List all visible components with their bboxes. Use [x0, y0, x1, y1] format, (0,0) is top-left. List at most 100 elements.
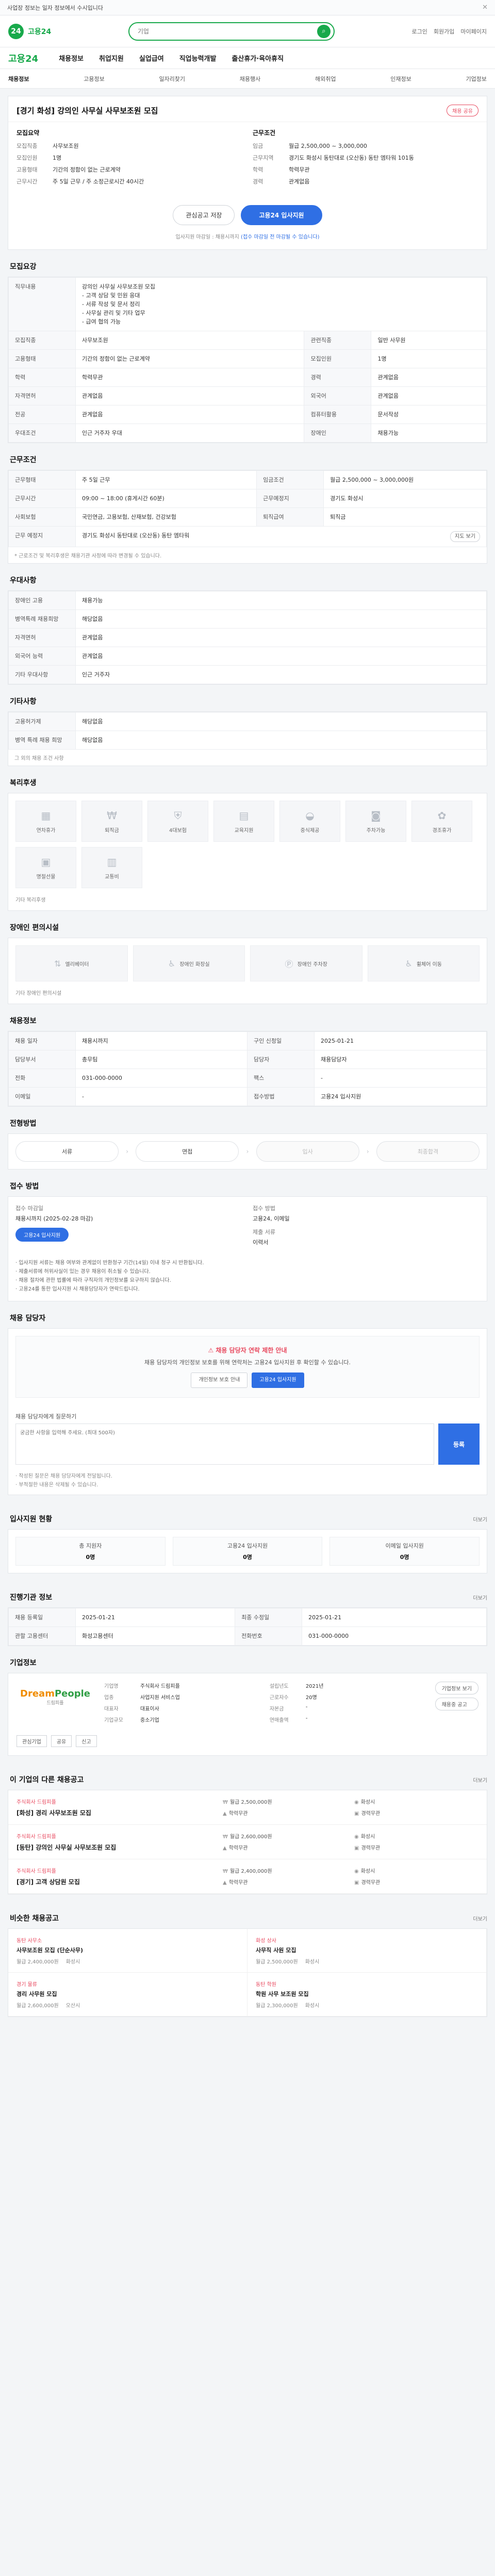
recommend-more-link[interactable]: 더보기 — [473, 1914, 487, 1922]
share-button[interactable]: 채용 공유 — [447, 105, 478, 116]
list-item[interactable]: 화성 상사 사무직 사원 모집 월급 2,500,000원 화성시 — [248, 1929, 487, 1973]
company-detail-button[interactable]: 기업정보 보기 — [435, 1682, 478, 1694]
subnav-item-talent[interactable]: 인재정보 — [390, 75, 411, 83]
meta-text: 월급 2,500,000원 — [229, 1800, 272, 1805]
table-cell: 화성고용센터 — [75, 1626, 236, 1646]
close-icon[interactable]: ✕ — [482, 4, 488, 11]
contact-apply-button[interactable]: 고용24 입사지원 — [252, 1372, 304, 1388]
table-cell: 국민연금, 고용보험, 산재보험, 건강보험 — [75, 507, 257, 527]
subnav-item-events[interactable]: 채용행사 — [240, 75, 260, 83]
list-item[interactable]: 동탄 학원 학원 사무 보조원 모집 월급 2,300,000원 화성시 — [248, 1973, 487, 2016]
table-cell: 031-000-0000 — [75, 1069, 248, 1088]
welfare-tile: ₩ 퇴직금 — [81, 801, 142, 842]
summary-row: 경력 관계없음 — [253, 178, 478, 185]
meta-text: 학력무관 — [228, 1811, 248, 1817]
company-buttons: 기업정보 보기 채용중 공고 — [435, 1682, 478, 1710]
history-more-link[interactable]: 더보기 — [473, 1594, 487, 1601]
rec-title[interactable]: 경리 사무원 모집 — [16, 1990, 239, 1998]
restroom-icon: ♿ — [168, 958, 176, 969]
welfare-label: 교통비 — [105, 874, 119, 880]
job-summary-card: [경기 화성] 강의인 사무실 사무보조원 모집 채용 공유 모집요약 모집직종… — [8, 96, 487, 250]
favorite-company-button[interactable]: 관심기업 — [16, 1735, 47, 1747]
gnb-menu-training[interactable]: 직업능력개발 — [179, 53, 217, 63]
list-item[interactable]: 주식회사 드림피플 [동탄] 강의인 사무실 사무보조원 모집 ₩ 월급 2,600… — [8, 1825, 487, 1859]
table-header: 채용 등록일 — [8, 1608, 76, 1627]
rec-meta: 화성시 — [65, 1959, 80, 1965]
other-job-meta: ◉ 화성시 — [354, 1867, 478, 1875]
chevron-right-icon: › — [366, 1148, 369, 1155]
duty-line: - 급여 협의 가능 — [82, 318, 121, 325]
duty-line: 강의인 사무실 사무보조원 모집 — [82, 283, 156, 290]
save-job-button[interactable]: 관심공고 저장 — [173, 205, 235, 225]
site-logo[interactable]: 24 고용24 — [8, 23, 51, 39]
gnb-menu-benefit[interactable]: 실업급여 — [139, 53, 164, 63]
other-job-title[interactable]: [경기] 고객 상담원 모집 — [16, 1877, 212, 1886]
table-header: 학력 — [8, 368, 76, 387]
header-link-signup[interactable]: 회원가입 — [434, 27, 454, 36]
gnb-menu-support[interactable]: 취업지원 — [99, 53, 124, 63]
company-key: 연매출액 — [269, 1718, 289, 1723]
company-row: 자본금 - — [270, 1704, 425, 1712]
gnb-menu-jobs[interactable]: 채용정보 — [59, 53, 84, 63]
company-info: DreamPeople 드림피플 기업명 주식회사 드림피플 업종 사업지원 서비스… — [8, 1673, 487, 1735]
section-title-recommend: 비슷한 채용공고 — [10, 1914, 59, 1923]
header-link-login[interactable]: 로그인 — [412, 27, 427, 36]
warning-text: 채용 담당자의 개인정보 보호를 위해 연락처는 고용24 입사지원 후 확인할… — [144, 1359, 351, 1366]
table-header: 고용형태 — [8, 349, 76, 368]
meta-text: 월급 2,600,000원 — [229, 1834, 272, 1840]
other-more-link[interactable]: 더보기 — [473, 1776, 487, 1784]
stats-more-link[interactable]: 더보기 — [473, 1515, 487, 1523]
recommend-grid: 동탄 사무소 사무보조원 모집 (단순사무) 월급 2,400,000원 화성시 화성… — [8, 1929, 487, 2016]
list-item[interactable]: 주식회사 드림피플 [화성] 경리 사무보조원 모집 ₩ 월급 2,500,000원… — [8, 1790, 487, 1825]
subnav-item-employment[interactable]: 고용정보 — [84, 75, 104, 83]
rec-title[interactable]: 사무직 사원 모집 — [256, 1946, 478, 1954]
section-title-other: 이 기업의 다른 채용공고 — [10, 1776, 84, 1784]
subnav-item-jobs[interactable]: 채용정보 — [8, 75, 29, 83]
summary-row: 고용형태 기간의 정함이 없는 근로계약 — [16, 166, 242, 174]
search-icon[interactable]: ⌕ — [317, 24, 331, 38]
other-jobs-card: 주식회사 드림피플 [화성] 경리 사무보조원 모집 ₩ 월급 2,500,000원… — [8, 1790, 487, 1894]
summary-key: 근무시간 — [16, 178, 38, 185]
site-header: 24 고용24 ⌕ 로그인 회원가입 마이페이지 — [0, 15, 495, 47]
subnav-item-company[interactable]: 기업정보 — [466, 75, 486, 83]
company-key: 대표자 — [104, 1706, 119, 1712]
summary-left: 모집요약 모집직종 사무보조원 모집인원 1명 고용형태 기간의 정함이 없는 근로계… — [16, 128, 242, 190]
qna-textarea[interactable] — [15, 1423, 434, 1465]
rec-title[interactable]: 학원 사무 보조원 모집 — [256, 1990, 478, 1998]
summary-key: 학력 — [253, 166, 263, 173]
company-small-actions: 관심기업 공유 신고 — [8, 1735, 487, 1755]
map-button[interactable]: 지도 보기 — [450, 531, 480, 542]
table-header: 모집직종 — [8, 331, 76, 350]
other-job-title[interactable]: [화성] 경리 사무보조원 모집 — [16, 1808, 212, 1817]
gnb-menu-leave[interactable]: 출산휴가·육아휴직 — [232, 53, 284, 63]
meta-text: 화성시 — [360, 1869, 375, 1874]
company-jobs-button[interactable]: 채용중 공고 — [435, 1698, 478, 1710]
qna-submit-button[interactable]: 등록 — [438, 1423, 480, 1465]
process-steps: 서류 › 면접 › 입사 › 최종합격 — [8, 1134, 487, 1169]
gnb-brand[interactable]: 고용24 — [8, 52, 38, 65]
table-row: 우대조건 인근 거주자 우대 장애인 채용가능 — [8, 423, 487, 443]
docs-label: 접수 방법 — [253, 1205, 275, 1212]
report-company-button[interactable]: 신고 — [76, 1735, 97, 1747]
docs-value: 채용시까지 (2025-02-28 마감) — [15, 1215, 93, 1222]
list-item[interactable]: 주식회사 드림피플 [경기] 고객 상담원 모집 ₩ 월급 2,400,000원 ◉… — [8, 1859, 487, 1894]
subnav-item-overseas[interactable]: 해외취업 — [315, 75, 336, 83]
subnav-item-find[interactable]: 일자리찾기 — [159, 75, 185, 83]
docs-value: 이력서 — [253, 1239, 269, 1246]
apply-button[interactable]: 고용24 입사지원 — [241, 205, 322, 225]
table-cell: 031-000-0000 — [302, 1626, 487, 1646]
duty-line: - 서류 작성 및 문서 정리 — [82, 301, 140, 308]
recommend-card: 동탄 사무소 사무보조원 모집 (단순사무) 월급 2,400,000원 화성시 화성… — [8, 1928, 487, 2017]
privacy-guide-button[interactable]: 개인정보 보호 안내 — [191, 1372, 248, 1388]
search-input[interactable] — [137, 27, 303, 35]
other-job-title[interactable]: [동탄] 강의인 사무실 사무보조원 모집 — [16, 1843, 212, 1852]
table-header: 퇴직급여 — [256, 507, 324, 527]
header-link-mypage[interactable]: 마이페이지 — [460, 27, 487, 36]
list-item[interactable]: 동탄 사무소 사무보조원 모집 (단순사무) 월급 2,400,000원 화성시 — [8, 1929, 248, 1973]
summary-value: 관계없음 — [289, 178, 310, 185]
rec-title[interactable]: 사무보조원 모집 (단순사무) — [16, 1946, 239, 1954]
list-item[interactable]: 경기 물류 경리 사무원 모집 월급 2,600,000원 오산시 — [8, 1973, 248, 2016]
docs-apply-button[interactable]: 고용24 입사지원 — [15, 1228, 69, 1242]
stat-box: 이메일 입사지원 0명 — [329, 1537, 480, 1566]
share-company-button[interactable]: 공유 — [51, 1735, 72, 1747]
